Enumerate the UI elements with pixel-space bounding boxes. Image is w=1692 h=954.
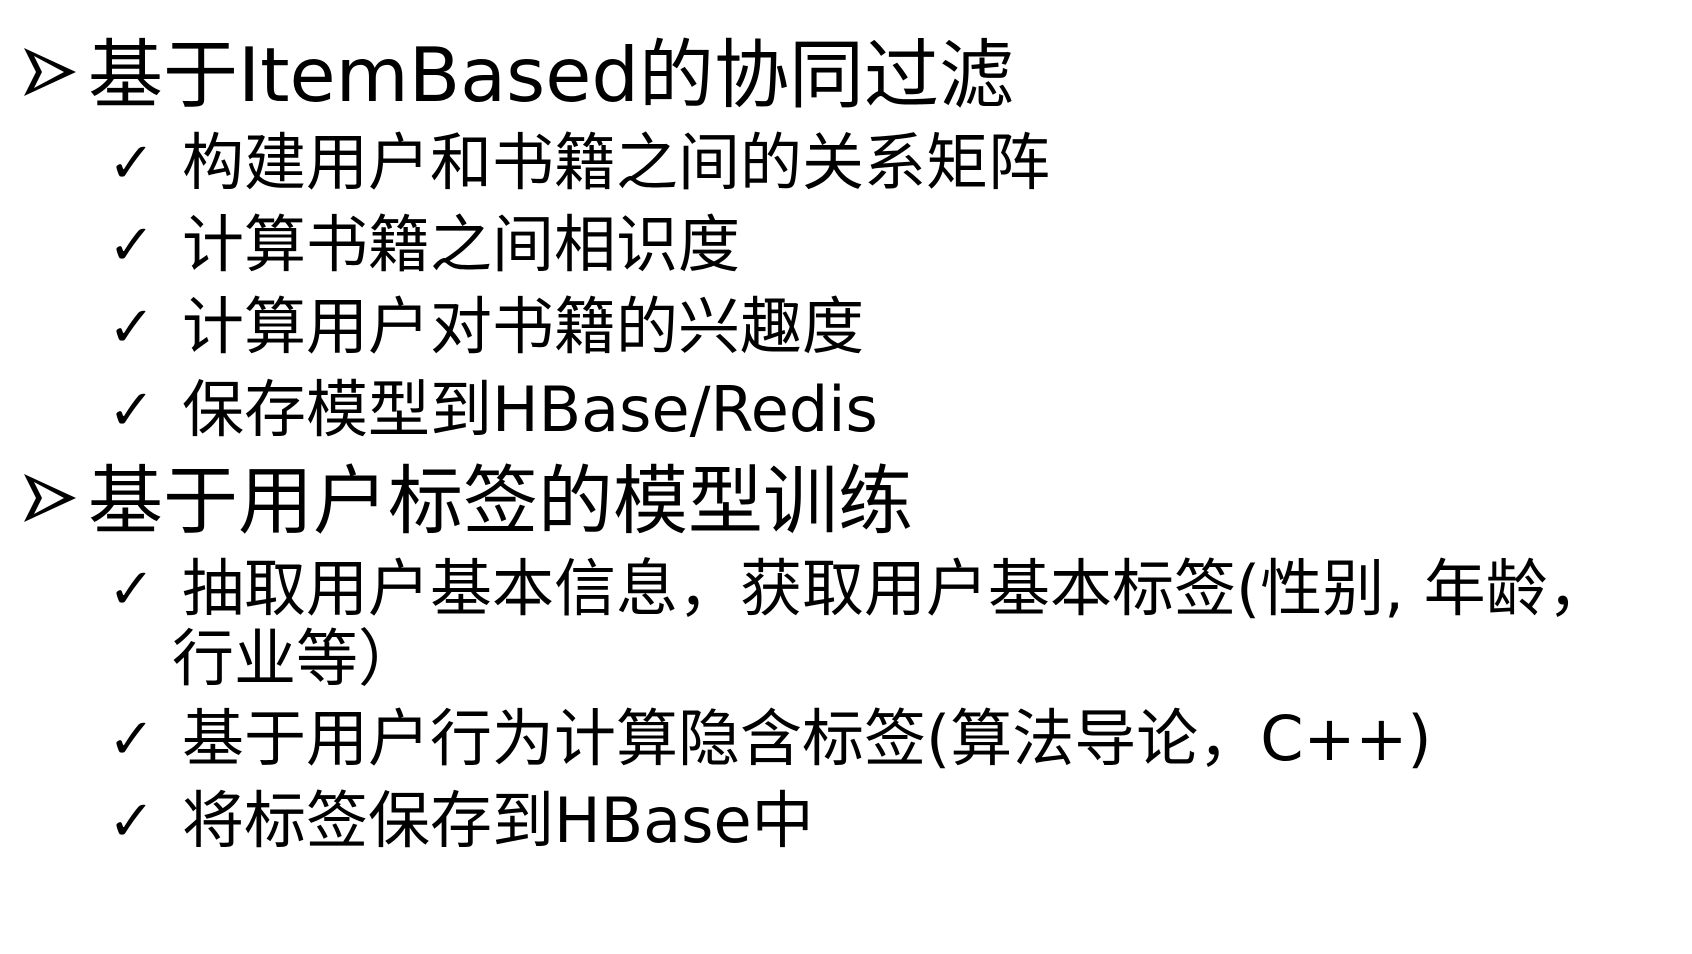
- list-item: 将标签保存到HBase中: [182, 784, 814, 857]
- arrowhead-bullet-icon: [24, 474, 76, 522]
- checkmark-bullet-icon: ✓: [108, 295, 155, 360]
- checkmark-bullet-icon: ✓: [108, 131, 155, 196]
- checkmark-bullet-icon: ✓: [108, 557, 155, 622]
- list-item: 计算用户对书籍的兴趣度: [182, 290, 865, 363]
- list-item: 计算书籍之间相识度: [182, 208, 741, 281]
- list-item: 抽取用户基本信息，获取用户基本标签(性别, 年龄，: [182, 552, 1610, 625]
- checkmark-bullet-icon: ✓: [108, 378, 155, 443]
- checkmark-bullet-icon: ✓: [108, 789, 155, 854]
- section-title-user-tags: 基于用户标签的模型训练: [88, 457, 914, 545]
- checkmark-bullet-icon: ✓: [108, 213, 155, 278]
- arrowhead-bullet-icon: [24, 48, 76, 96]
- list-item: 基于用户行为计算隐含标签(算法导论，C++): [182, 702, 1432, 775]
- list-item-continuation: 行业等）: [172, 622, 421, 695]
- slide: 基于ItemBased的协同过滤 ✓ 构建用户和书籍之间的关系矩阵 ✓ 计算书籍…: [0, 0, 1692, 954]
- list-item: 构建用户和书籍之间的关系矩阵: [182, 126, 1051, 199]
- list-item: 保存模型到HBase/Redis: [182, 373, 878, 446]
- section-title-itembased: 基于ItemBased的协同过滤: [88, 31, 1014, 119]
- checkmark-bullet-icon: ✓: [108, 707, 155, 772]
